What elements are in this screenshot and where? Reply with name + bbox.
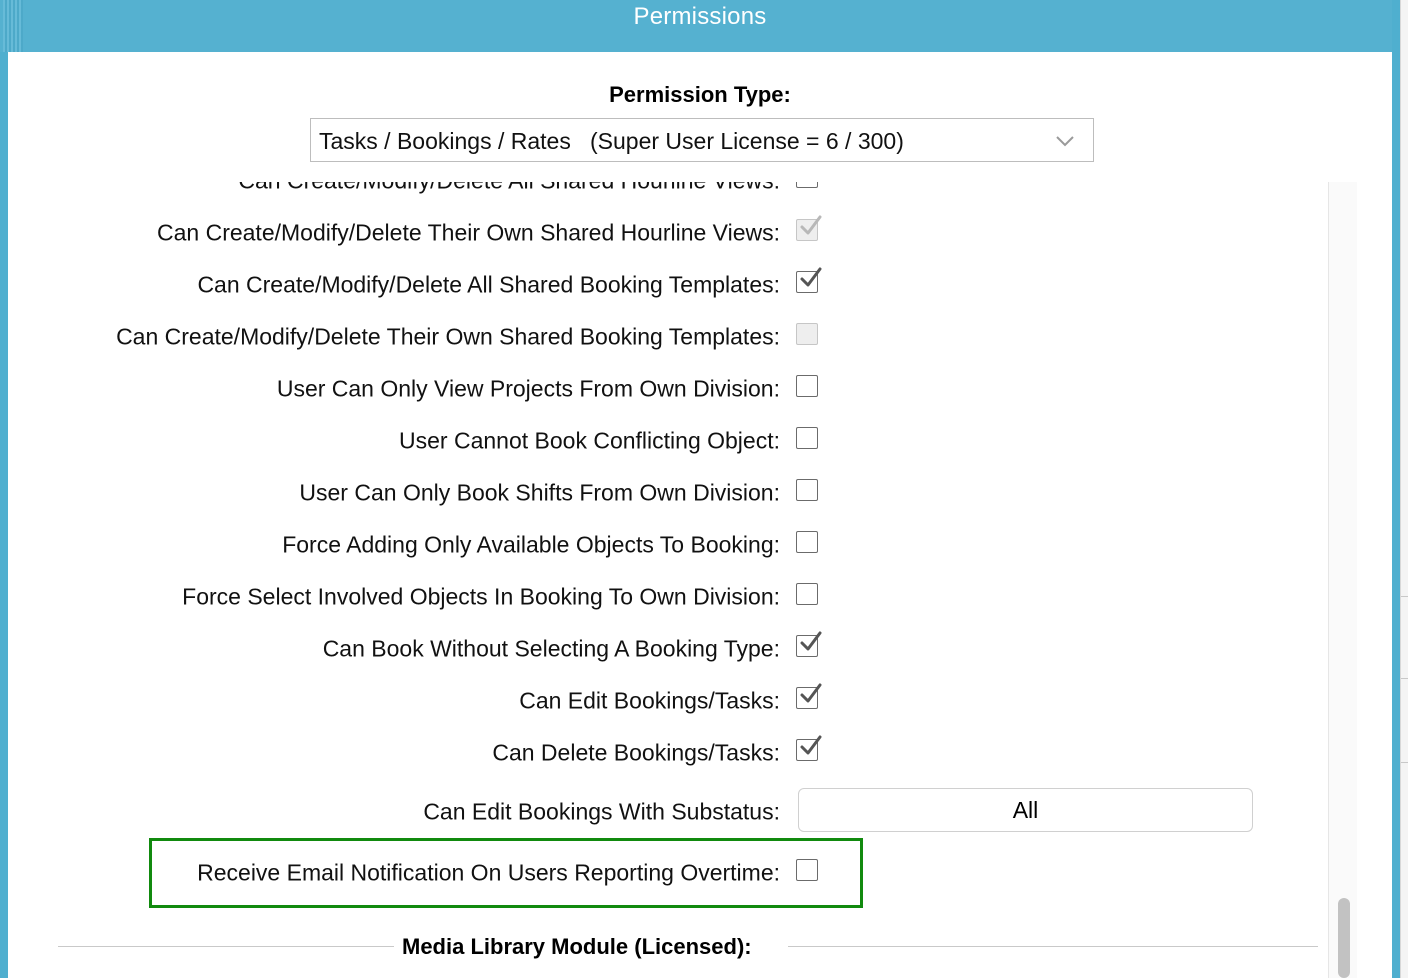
perm-row: User Cannot Book Conflicting Object: [8,415,788,467]
permission-type-select[interactable]: Tasks / Bookings / Rates (Super User Lic… [310,118,1094,162]
perm-row: Can Edit Bookings/Tasks: [8,675,788,727]
window-right-border [1392,0,1400,978]
section-divider [58,946,394,947]
perm-row: Can Create/Modify/Delete All Shared Book… [8,259,788,311]
perm-checkbox[interactable] [796,267,822,293]
perm-label: Force Select Involved Objects In Booking… [182,583,780,610]
perm-row: Can Delete Bookings/Tasks: [8,727,788,779]
title-bar[interactable]: Permissions [0,0,1400,52]
perm-checkbox[interactable] [796,631,822,657]
perm-row: Can Book Without Selecting A Booking Typ… [8,623,788,675]
perm-checkbox[interactable] [796,323,818,345]
perm-checkbox[interactable] [796,531,818,553]
scrollbar-thumb[interactable] [1338,898,1350,978]
perm-label: User Cannot Book Conflicting Object: [399,427,780,454]
perm-row: Can Create/Modify/Delete Their Own Share… [8,207,788,259]
perm-label: Can Create/Modify/Delete All Shared Hour… [238,182,780,195]
perm-label: Can Edit Bookings/Tasks: [519,687,780,714]
chevron-down-icon [1056,136,1074,147]
overtime-row: Receive Email Notification On Users Repo… [8,847,788,899]
perm-checkbox[interactable] [796,735,822,761]
perm-checkbox[interactable] [796,375,818,397]
media-library-section: Media Library Module (Licensed): [58,934,1318,964]
section-heading: Media Library Module (Licensed): [402,934,752,959]
perm-checkbox[interactable] [796,683,822,709]
perm-row: Can Create/Modify/Delete All Shared Hour… [8,182,788,207]
perm-label: User Can Only Book Shifts From Own Divis… [299,479,780,506]
perm-label: Can Book Without Selecting A Booking Typ… [322,635,780,662]
substatus-row: Can Edit Bookings With Substatus: [8,786,788,838]
checkmark-icon [800,735,822,755]
checkmark-icon [800,631,822,651]
perm-label: Can Create/Modify/Delete Their Own Share… [157,219,780,246]
background-window-edge [1400,0,1408,978]
perm-row: Force Select Involved Objects In Booking… [8,571,788,623]
perm-checkbox[interactable] [796,427,818,449]
permission-type-label: Permission Type: [609,82,791,107]
perm-label: Force Adding Only Available Objects To B… [282,531,780,558]
perm-checkbox[interactable] [796,583,818,605]
perm-checkbox[interactable] [796,479,818,501]
overtime-label: Receive Email Notification On Users Repo… [197,859,780,886]
perm-row: Can Create/Modify/Delete Their Own Share… [8,311,788,363]
permission-type-value: Tasks / Bookings / Rates (Super User Lic… [319,128,904,154]
perm-label: Can Delete Bookings/Tasks: [492,739,780,766]
section-divider [788,946,1318,947]
perm-label: Can Create/Modify/Delete All Shared Book… [197,271,780,298]
perm-label: Can Create/Modify/Delete Their Own Share… [116,323,780,350]
perm-row: User Can Only View Projects From Own Div… [8,363,788,415]
substatus-button[interactable]: All [798,788,1253,832]
perm-checkbox[interactable] [796,182,818,188]
vertical-scrollbar[interactable] [1328,182,1357,978]
perm-row: Force Adding Only Available Objects To B… [8,519,788,571]
overtime-checkbox[interactable] [796,859,818,881]
perm-row: User Can Only Book Shifts From Own Divis… [8,467,788,519]
window-title: Permissions [633,3,767,30]
permissions-list: Can Create/Modify/Delete All Shared Hour… [8,182,1328,978]
substatus-label: Can Edit Bookings With Substatus: [423,798,780,825]
checkmark-icon [800,267,822,287]
perm-label: User Can Only View Projects From Own Div… [276,375,780,402]
checkmark-icon [800,683,822,703]
checkmark-icon [800,215,822,235]
perm-checkbox[interactable] [796,215,822,241]
